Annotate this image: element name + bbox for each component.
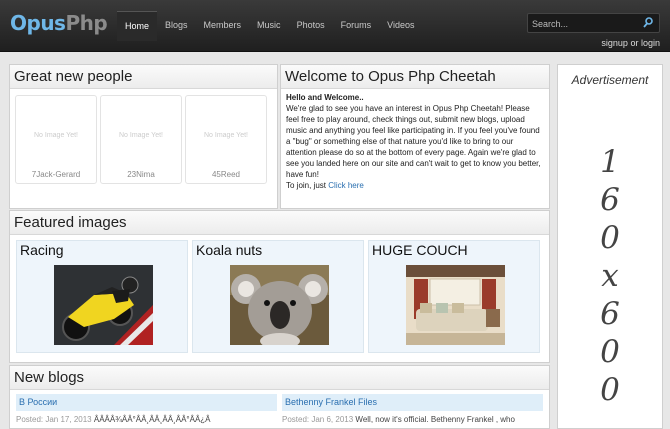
- people-list: No Image Yet! 7Jack-Gerard No Image Yet!…: [10, 89, 277, 190]
- search-box: [527, 13, 660, 33]
- welcome-heading: Hello and Welcome..: [286, 93, 364, 102]
- new-blogs-title: New blogs: [10, 366, 549, 390]
- nav-photos[interactable]: Photos: [289, 11, 333, 41]
- welcome-body: Hello and Welcome.. We're glad to see yo…: [281, 89, 549, 194]
- nav-music[interactable]: Music: [249, 11, 289, 41]
- ad-size-char: 1: [600, 144, 620, 180]
- new-people-title: Great new people: [10, 65, 277, 89]
- featured-image-card[interactable]: Racing: [16, 240, 188, 353]
- new-people-panel: Great new people No Image Yet! 7Jack-Ger…: [9, 64, 278, 209]
- signup-link[interactable]: signup: [601, 38, 628, 48]
- ad-size-char: 0: [600, 372, 620, 408]
- couch-image[interactable]: [406, 265, 505, 345]
- ad-size-char: x: [601, 258, 619, 294]
- advertisement-title: Advertisement: [571, 73, 649, 87]
- featured-image-card[interactable]: HUGE COUCH: [368, 240, 540, 353]
- person-name[interactable]: 7Jack-Gerard: [16, 170, 96, 179]
- ad-size-char: 0: [600, 220, 620, 256]
- new-blogs-panel: New blogs В России Posted: Jan 17, 2013 …: [9, 365, 550, 429]
- blog-entry: Bethenny Frankel Files Posted: Jan 6, 20…: [282, 394, 543, 426]
- join-link[interactable]: Click here: [328, 181, 364, 190]
- auth-links: signup or login: [601, 38, 660, 48]
- logo-part-2: Php: [65, 11, 108, 35]
- auth-separator: or: [630, 38, 639, 48]
- person-card[interactable]: No Image Yet! 7Jack-Gerard: [15, 95, 97, 184]
- ad-size-char: 0: [600, 334, 620, 370]
- welcome-title: Welcome to Opus Php Cheetah: [281, 65, 549, 89]
- blog-excerpt: Well, now it's official. Bethenny Franke…: [355, 415, 515, 424]
- search-icon[interactable]: [641, 16, 655, 30]
- welcome-panel: Welcome to Opus Php Cheetah Hello and We…: [280, 64, 550, 209]
- welcome-text: We're glad to see you have an interest i…: [286, 104, 541, 179]
- no-image-placeholder: No Image Yet!: [204, 132, 248, 139]
- blog-entry: В России Posted: Jan 17, 2013 ÂÂÂÂ¾ÂÂ°ÂÂ…: [16, 394, 277, 426]
- ad-size-char: 6: [600, 182, 620, 218]
- nav-videos[interactable]: Videos: [379, 11, 422, 41]
- site-header: OpusPhp Home Blogs Members Music Photos …: [0, 0, 670, 52]
- main-nav: Home Blogs Members Music Photos Forums V…: [117, 11, 422, 41]
- ad-size-label: 1 6 0 x 6 0 0: [595, 143, 625, 409]
- nav-home[interactable]: Home: [117, 11, 158, 41]
- nav-forums[interactable]: Forums: [333, 11, 380, 41]
- advertisement-panel[interactable]: Advertisement 1 6 0 x 6 0 0: [557, 64, 663, 429]
- ad-size-char: 6: [600, 296, 620, 332]
- blog-date: Posted: Jan 17, 2013: [16, 415, 92, 424]
- featured-images-title: Featured images: [10, 211, 549, 235]
- blog-date: Posted: Jan 6, 2013: [282, 415, 354, 424]
- featured-image-card[interactable]: Koala nuts: [192, 240, 364, 353]
- site-logo[interactable]: OpusPhp: [10, 11, 108, 35]
- join-text: To join, just: [286, 181, 327, 190]
- logo-part-1: Opus: [10, 11, 66, 35]
- featured-image-title[interactable]: HUGE COUCH: [372, 242, 468, 258]
- blog-title[interactable]: Bethenny Frankel Files: [282, 394, 543, 411]
- blog-title[interactable]: В России: [16, 394, 277, 411]
- no-image-placeholder: No Image Yet!: [119, 132, 163, 139]
- featured-images-panel: Featured images Racing Koala nuts HUGE C…: [9, 210, 550, 363]
- blog-list: В России Posted: Jan 17, 2013 ÂÂÂÂ¾ÂÂ°ÂÂ…: [10, 390, 549, 429]
- nav-members[interactable]: Members: [196, 11, 250, 41]
- featured-images-list: Racing Koala nuts HUGE COUCH: [10, 235, 549, 358]
- nav-blogs[interactable]: Blogs: [157, 11, 196, 41]
- person-card[interactable]: No Image Yet! 23Nima: [100, 95, 182, 184]
- blog-excerpt: ÂÂÂÂ¾ÂÂ°ÂÂ¸ÂÂ¸ÂÂ¸ÂÂ°ÂÂ¿Â: [93, 415, 211, 424]
- person-name[interactable]: 23Nima: [101, 170, 181, 179]
- login-link[interactable]: login: [641, 38, 660, 48]
- person-name[interactable]: 45Reed: [186, 170, 266, 179]
- featured-image-title[interactable]: Koala nuts: [196, 242, 262, 258]
- no-image-placeholder: No Image Yet!: [34, 132, 78, 139]
- search-input[interactable]: [528, 15, 638, 33]
- blog-meta: Posted: Jan 17, 2013 ÂÂÂÂ¾ÂÂ°ÂÂ¸ÂÂ¸ÂÂ¸ÂÂ…: [16, 414, 277, 426]
- featured-image-title[interactable]: Racing: [20, 242, 64, 258]
- koala-image[interactable]: [230, 265, 329, 345]
- motorcycle-racing-image[interactable]: [54, 265, 153, 345]
- person-card[interactable]: No Image Yet! 45Reed: [185, 95, 267, 184]
- blog-meta: Posted: Jan 6, 2013 Well, now it's offic…: [282, 414, 543, 426]
